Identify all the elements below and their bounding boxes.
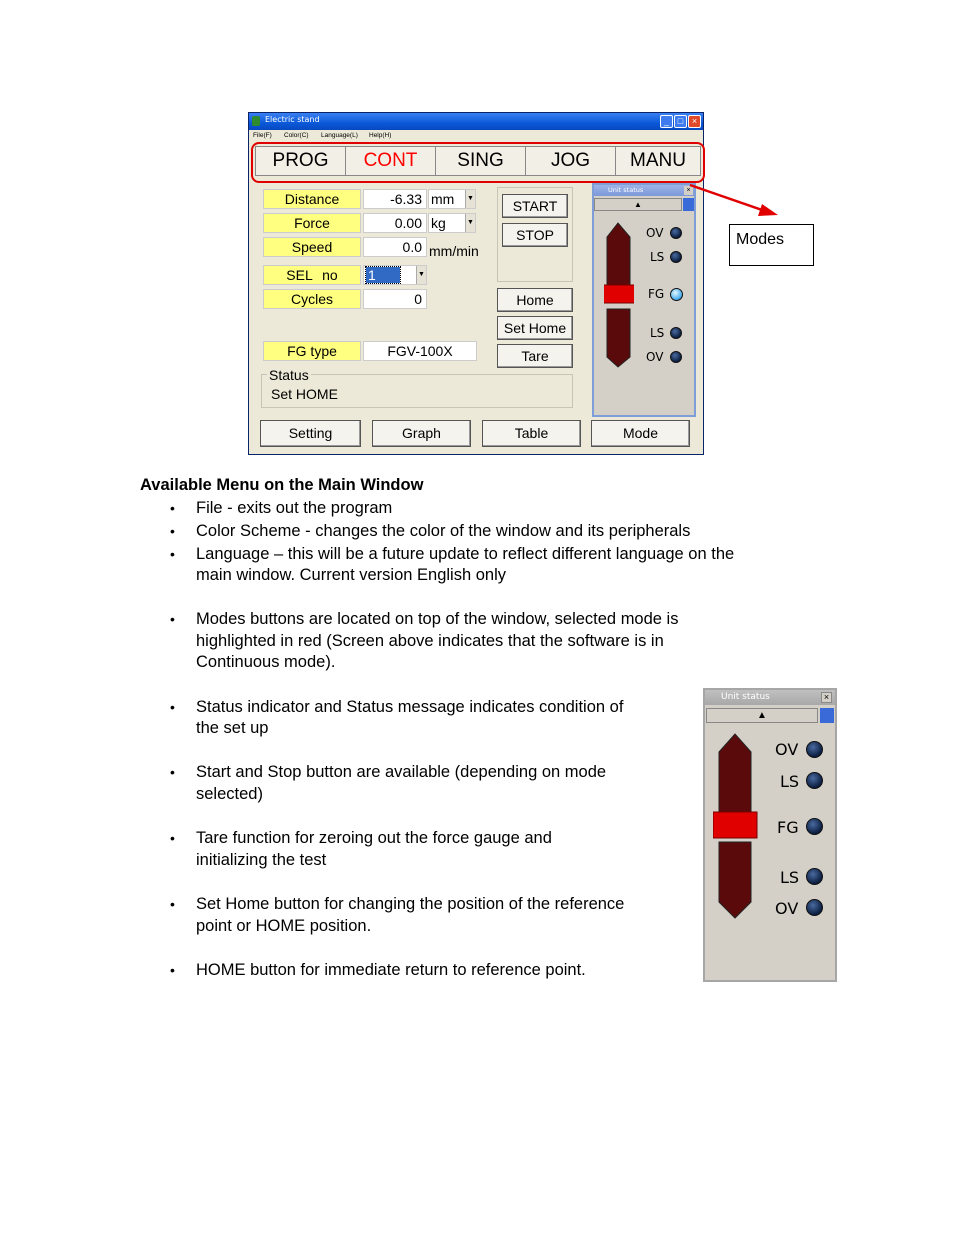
list-item: Color Scheme - changes the color of the … xyxy=(196,522,691,540)
table-button[interactable]: Table xyxy=(482,420,581,447)
bullet-icon: • xyxy=(170,546,175,562)
unit-status-panel-enlarged: Unit status × ▲ OV LS FG LS OV xyxy=(703,688,837,982)
position-slider[interactable] xyxy=(713,730,763,930)
ls-bottom-led xyxy=(670,327,682,339)
ls-top-label: LS xyxy=(780,772,800,791)
fg-type-label: FG type xyxy=(263,341,361,361)
ls-bottom-led xyxy=(806,868,823,885)
bullet-icon: • xyxy=(170,699,175,715)
list-item: initializing the test xyxy=(196,851,327,869)
bullet-icon: • xyxy=(170,896,175,912)
mode-button[interactable]: Mode xyxy=(591,420,690,447)
scroll-up-button[interactable]: ▲ xyxy=(706,708,818,723)
ls-bottom-label: LS xyxy=(650,326,665,340)
ov-bottom-led xyxy=(806,899,823,916)
status-message: Set HOME xyxy=(271,386,338,402)
fg-label: FG xyxy=(777,818,799,837)
list-item: Tare function for zeroing out the force … xyxy=(196,829,552,847)
ls-top-led xyxy=(806,772,823,789)
ov-bottom-led xyxy=(670,351,682,363)
modes-callout: Modes xyxy=(729,224,814,266)
close-icon[interactable]: × xyxy=(821,692,832,703)
set-home-button[interactable]: Set Home xyxy=(497,316,573,340)
section-heading: Available Menu on the Main Window xyxy=(140,476,424,494)
list-item: highlighted in red (Screen above indicat… xyxy=(196,632,664,650)
bullet-icon: • xyxy=(170,764,175,780)
graph-button[interactable]: Graph xyxy=(372,420,471,447)
list-item: point or HOME position. xyxy=(196,917,372,935)
list-item: Modes buttons are located on top of the … xyxy=(196,610,679,628)
list-item: the set up xyxy=(196,719,269,737)
tare-button[interactable]: Tare xyxy=(497,344,573,368)
bullet-icon: • xyxy=(170,523,175,539)
fg-type-value: FGV-100X xyxy=(363,341,477,361)
ls-bottom-label: LS xyxy=(780,868,800,887)
bullet-icon: • xyxy=(170,611,175,627)
list-item: Start and Stop button are available (dep… xyxy=(196,763,607,781)
ov-bottom-label: OV xyxy=(775,899,799,918)
unit-status-title: Unit status xyxy=(705,690,835,705)
list-item: HOME button for immediate return to refe… xyxy=(196,961,586,979)
ov-top-led xyxy=(806,741,823,758)
status-legend: Status xyxy=(267,367,311,383)
ov-bottom-label: OV xyxy=(646,350,664,364)
bullet-icon: • xyxy=(170,962,175,978)
bullet-icon: • xyxy=(170,500,175,516)
fg-led xyxy=(806,818,823,835)
ov-top-label: OV xyxy=(775,740,799,759)
list-item: Set Home button for changing the positio… xyxy=(196,895,625,913)
pin-icon[interactable] xyxy=(820,708,834,723)
list-item: File - exits out the program xyxy=(196,499,393,517)
list-item: Continuous mode). xyxy=(196,653,336,671)
slider-thumb xyxy=(713,811,758,839)
list-item: main window. Current version English onl… xyxy=(196,566,506,584)
setting-button[interactable]: Setting xyxy=(260,420,361,447)
list-item: selected) xyxy=(196,785,263,803)
list-item: Status indicator and Status message indi… xyxy=(196,698,624,716)
bullet-icon: • xyxy=(170,830,175,846)
list-item: Language – this will be a future update … xyxy=(196,545,735,563)
